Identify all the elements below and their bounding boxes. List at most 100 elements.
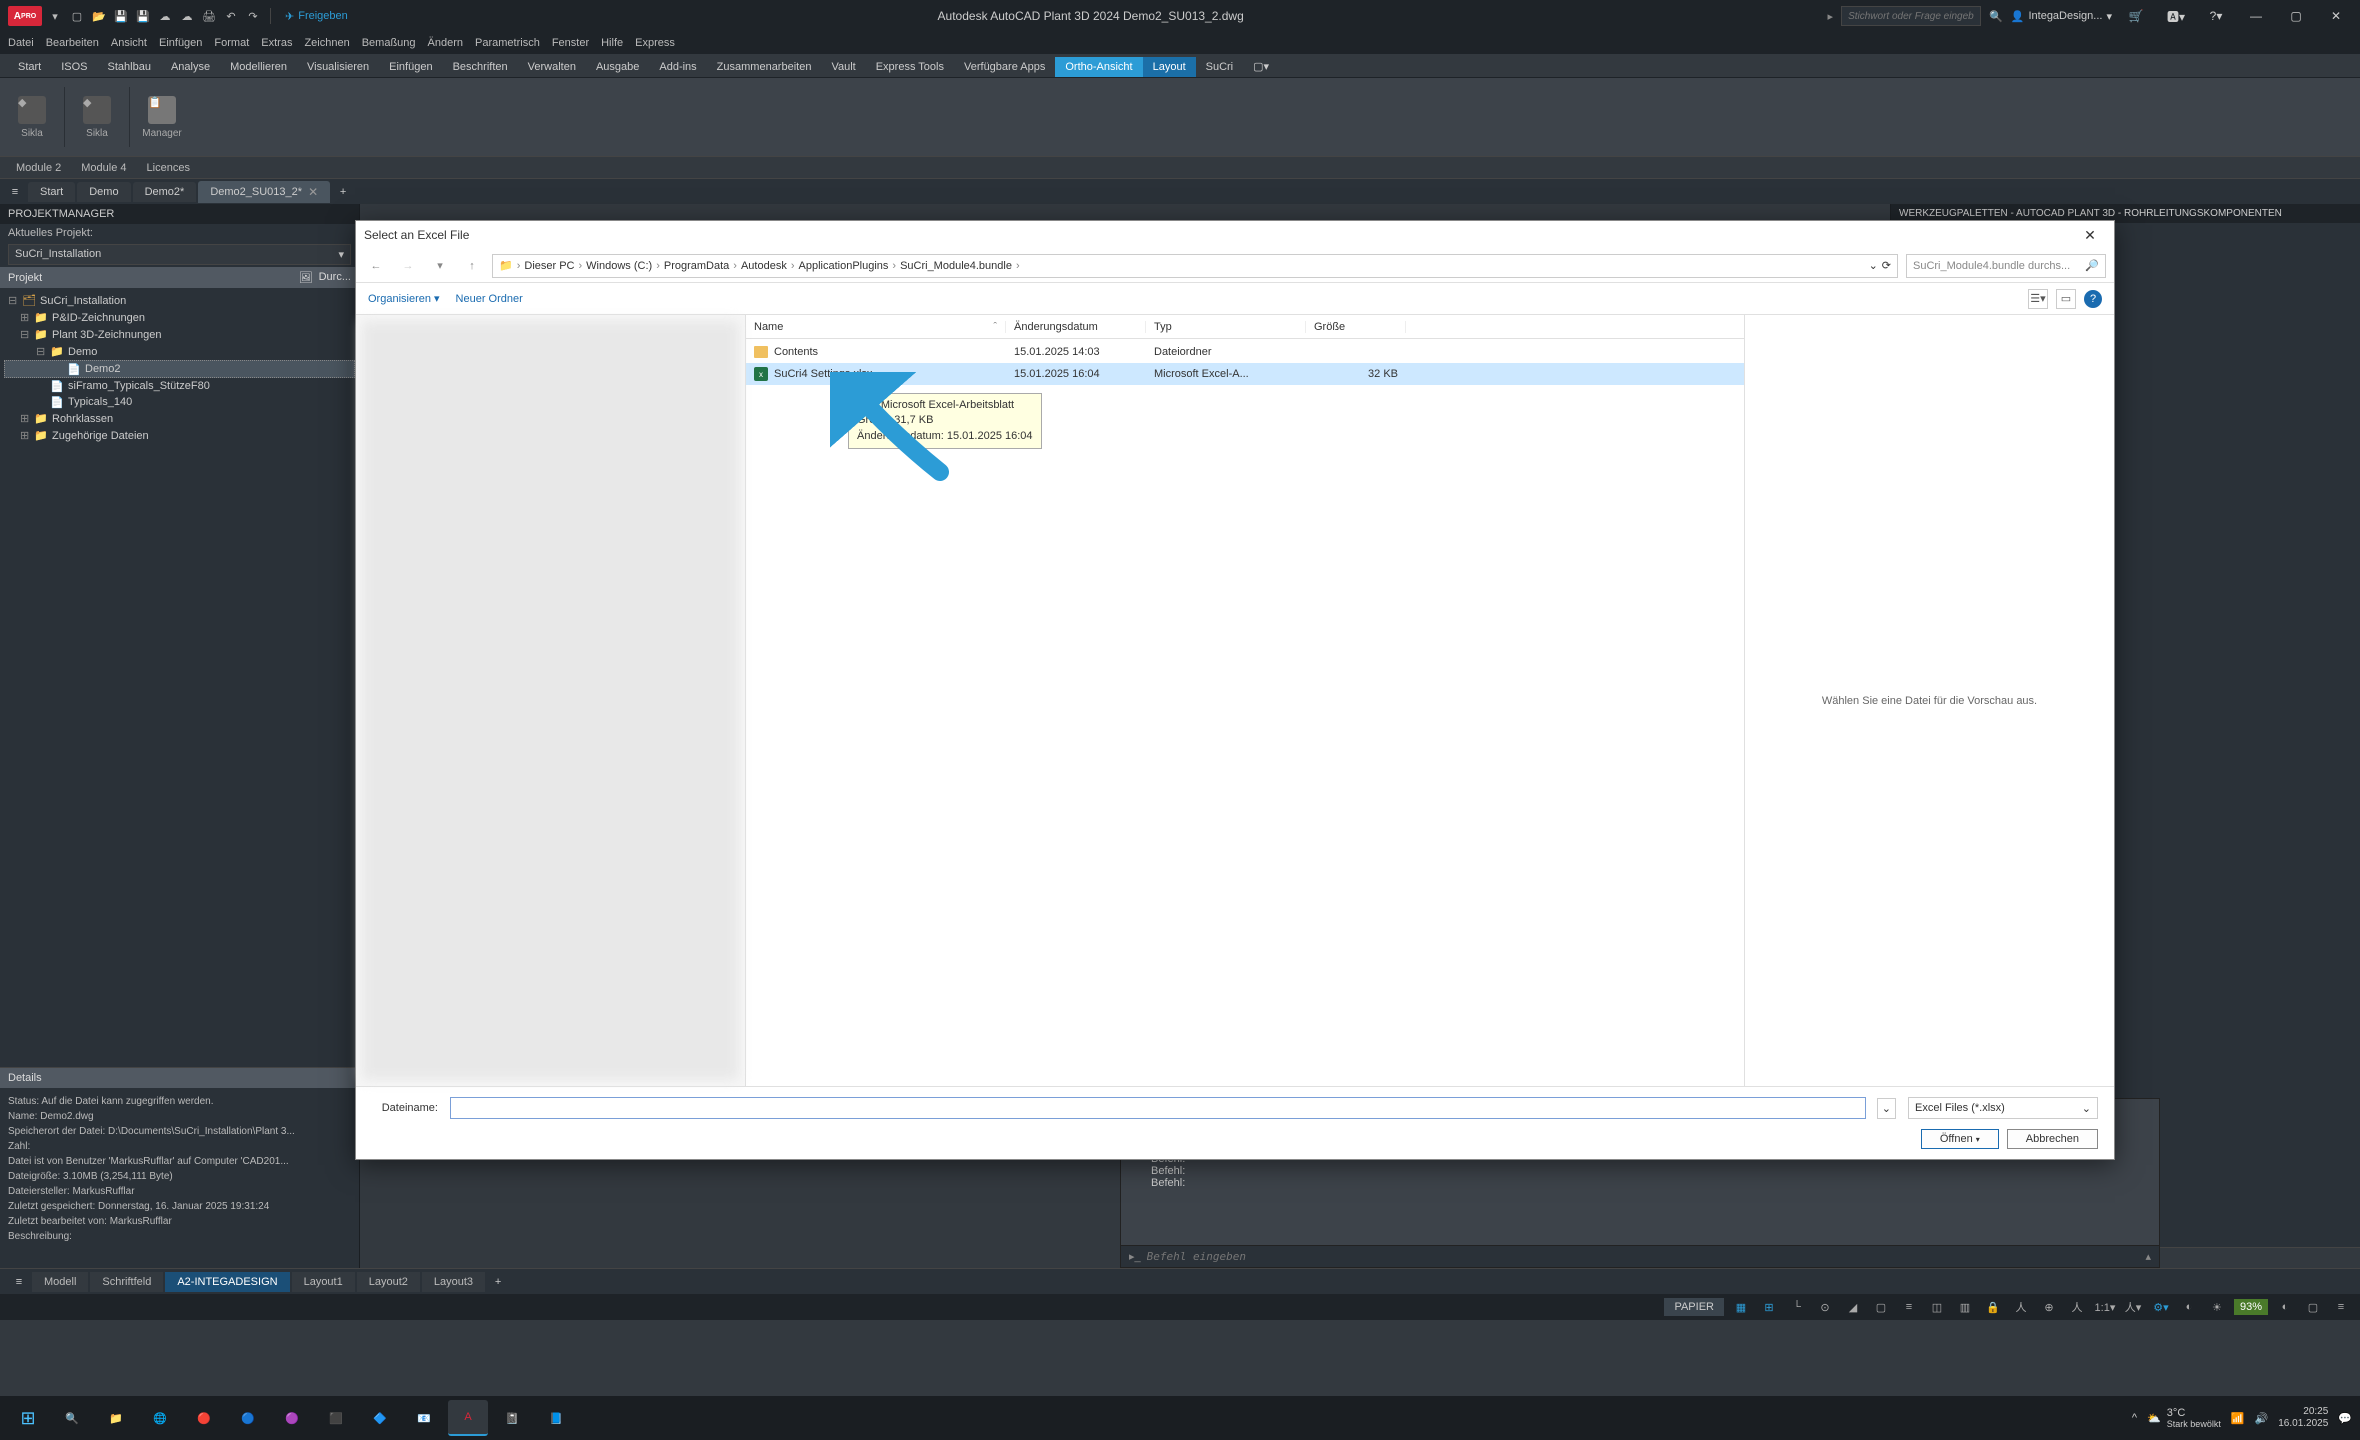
col-header-date[interactable]: Änderungsdatum xyxy=(1006,321,1146,333)
project-selector[interactable]: SuCri_Installation ▾ xyxy=(8,244,351,265)
file-row-excel[interactable]: xSuCri4 Settings.xlsx 15.01.2025 16:04 M… xyxy=(746,363,1744,385)
cycling-icon[interactable]: ▥ xyxy=(1954,1297,1976,1317)
redo-icon[interactable]: ↷ xyxy=(244,7,262,25)
menu-ansicht[interactable]: Ansicht xyxy=(111,37,147,49)
open-button[interactable]: Öffnen ▾ xyxy=(1921,1129,1999,1149)
ortho-icon[interactable]: └ xyxy=(1786,1297,1808,1317)
task-onenote[interactable]: 📓 xyxy=(492,1400,532,1436)
ui-lock-icon[interactable]: ◐ xyxy=(2178,1297,2200,1317)
ribbon-tab-ortho[interactable]: Ortho-Ansicht xyxy=(1055,57,1142,77)
ribbon-tab-boxed[interactable]: ▢▾ xyxy=(1243,56,1279,77)
ribbon-tab-verwalten[interactable]: Verwalten xyxy=(518,57,586,77)
filetype-dropdown[interactable]: Excel Files (*.xlsx) ⌄ xyxy=(1908,1097,2098,1119)
nav-forward-button[interactable]: → xyxy=(396,254,420,278)
thumbnail-icon[interactable]: 🖼 xyxy=(299,271,313,284)
cmd-dropdown-icon[interactable]: ▴ xyxy=(2145,1250,2151,1263)
ribbon-tab-apps[interactable]: Verfügbare Apps xyxy=(954,57,1055,77)
grid-icon[interactable]: ▦ xyxy=(1730,1297,1752,1317)
weather-widget[interactable]: ⛅ 3°C Stark bewölkt xyxy=(2147,1407,2221,1429)
ribbon-tab-zusammenarbeiten[interactable]: Zusammenarbeiten xyxy=(707,57,822,77)
undo-icon[interactable]: ↶ xyxy=(222,7,240,25)
ribbon-tab-stahlbau[interactable]: Stahlbau xyxy=(98,57,161,77)
new-folder-button[interactable]: Neuer Ordner xyxy=(456,293,523,305)
menu-bemassung[interactable]: Bemaßung xyxy=(362,37,416,49)
zoom-value[interactable]: 93% xyxy=(2234,1299,2268,1315)
save-icon[interactable]: 💾 xyxy=(112,7,130,25)
menu-aendern[interactable]: Ändern xyxy=(428,37,463,49)
autodesk-icon[interactable]: 🅰▾ xyxy=(2160,4,2192,28)
hardware-icon[interactable]: ☀ xyxy=(2206,1297,2228,1317)
view-mode-button[interactable]: ☰▾ xyxy=(2028,289,2048,309)
tree-siframo[interactable]: 📄siFramo_Typicals_StützeF80 xyxy=(4,378,355,394)
polar-icon[interactable]: ⊙ xyxy=(1814,1297,1836,1317)
scale-icon[interactable]: 1:1▾ xyxy=(2094,1297,2116,1317)
help-search-input[interactable] xyxy=(1841,6,1981,26)
refresh-icon[interactable]: ⟳ xyxy=(1882,259,1891,272)
ribbon-tab-einfugen[interactable]: Einfügen xyxy=(379,57,442,77)
dialog-close-button[interactable]: ✕ xyxy=(2074,223,2106,247)
layout-tab-a2[interactable]: A2-INTEGADESIGN xyxy=(165,1272,289,1292)
doctab-demo[interactable]: Demo xyxy=(77,182,130,202)
annomonitor-icon[interactable]: 人 xyxy=(2066,1297,2088,1317)
cloud-save-icon[interactable]: ☁ xyxy=(178,7,196,25)
layout-tab-layout2[interactable]: Layout2 xyxy=(357,1272,420,1292)
collapse-icon[interactable]: ⊟ xyxy=(20,328,30,341)
menu-datei[interactable]: Datei xyxy=(8,37,34,49)
expand-icon[interactable]: ⊞ xyxy=(20,311,30,324)
ribbon-tab-isos[interactable]: ISOS xyxy=(51,57,97,77)
tray-sound-icon[interactable]: 🔊 xyxy=(2255,1412,2269,1425)
command-input[interactable] xyxy=(1147,1250,2140,1263)
menu-einfugen[interactable]: Einfügen xyxy=(159,37,202,49)
col-header-size[interactable]: Größe xyxy=(1306,321,1406,333)
help-button[interactable]: ? xyxy=(2084,290,2102,308)
transparency-icon[interactable]: ◫ xyxy=(1926,1297,1948,1317)
tree-demo2-file[interactable]: 📄Demo2 xyxy=(4,360,355,378)
cart-icon[interactable]: 🛒 xyxy=(2120,4,2152,28)
filename-input[interactable] xyxy=(450,1097,1866,1119)
cleanscreen-icon[interactable]: ▢ xyxy=(2302,1297,2324,1317)
expand-icon[interactable]: ⊞ xyxy=(20,429,30,442)
dialog-search-input[interactable]: SuCri_Module4.bundle durchs... 🔎 xyxy=(1906,254,2106,278)
breadcrumb-dropdown-icon[interactable]: ⌄ xyxy=(1869,259,1878,272)
layout-tab-modell[interactable]: Modell xyxy=(32,1272,88,1292)
ribbon-tab-beschriften[interactable]: Beschriften xyxy=(443,57,518,77)
doctab-demo2[interactable]: Demo2* xyxy=(133,182,197,202)
space-toggle[interactable]: PAPIER xyxy=(1664,1298,1724,1316)
menu-express[interactable]: Express xyxy=(635,37,675,49)
menu-bearbeiten[interactable]: Bearbeiten xyxy=(46,37,99,49)
ribbon-tab-modellieren[interactable]: Modellieren xyxy=(220,57,297,77)
task-word[interactable]: 📘 xyxy=(536,1400,576,1436)
ribbon-tab-visualisieren[interactable]: Visualisieren xyxy=(297,57,379,77)
task-app2[interactable]: 🟣 xyxy=(272,1400,312,1436)
breadcrumb-bar[interactable]: 📁 › Dieser PC› Windows (C:)› ProgramData… xyxy=(492,254,1898,278)
task-app1[interactable]: 🔵 xyxy=(228,1400,268,1436)
cancel-button[interactable]: Abbrechen xyxy=(2007,1129,2098,1149)
new-icon[interactable]: ▢ xyxy=(68,7,86,25)
isolate-icon[interactable]: ◐ xyxy=(2274,1297,2296,1317)
breadcrumb-item[interactable]: SuCri_Module4.bundle xyxy=(900,260,1012,272)
ribbon-btn-manager[interactable]: 📋 Manager xyxy=(138,86,186,148)
ribbon-tab-expresstools[interactable]: Express Tools xyxy=(866,57,954,77)
task-app4[interactable]: 🔷 xyxy=(360,1400,400,1436)
app-logo[interactable]: A PRO xyxy=(8,6,42,26)
tree-root[interactable]: ⊟🗂SuCri_Installation xyxy=(4,292,355,309)
tree-pid[interactable]: ⊞📁P&ID-Zeichnungen xyxy=(4,309,355,326)
breadcrumb-item[interactable]: ApplicationPlugins xyxy=(799,260,889,272)
nav-back-button[interactable]: ← xyxy=(364,254,388,278)
doctab-add-button[interactable]: + xyxy=(332,181,354,203)
tree-zugehorige[interactable]: ⊞📁Zugehörige Dateien xyxy=(4,427,355,444)
workspace-icon[interactable]: ⚙▾ xyxy=(2150,1297,2172,1317)
tree-rohrklassen[interactable]: ⊞📁Rohrklassen xyxy=(4,410,355,427)
ribbon-tab-vault[interactable]: Vault xyxy=(821,57,865,77)
task-chrome[interactable]: 🔴 xyxy=(184,1400,224,1436)
breadcrumb-item[interactable]: Autodesk xyxy=(741,260,787,272)
ribbon-tab-layout[interactable]: Layout xyxy=(1143,57,1196,77)
search-icon[interactable]: 🔍 xyxy=(1989,10,2003,23)
annoautoscale-icon[interactable]: ⊕ xyxy=(2038,1297,2060,1317)
isodraft-icon[interactable]: ◢ xyxy=(1842,1297,1864,1317)
layout-tab-schriftfeld[interactable]: Schriftfeld xyxy=(90,1272,163,1292)
layout-tab-layout3[interactable]: Layout3 xyxy=(422,1272,485,1292)
breadcrumb-item[interactable]: Dieser PC xyxy=(524,260,574,272)
subtab-module2[interactable]: Module 2 xyxy=(8,160,69,176)
preview-toggle-button[interactable]: ▭ xyxy=(2056,289,2076,309)
